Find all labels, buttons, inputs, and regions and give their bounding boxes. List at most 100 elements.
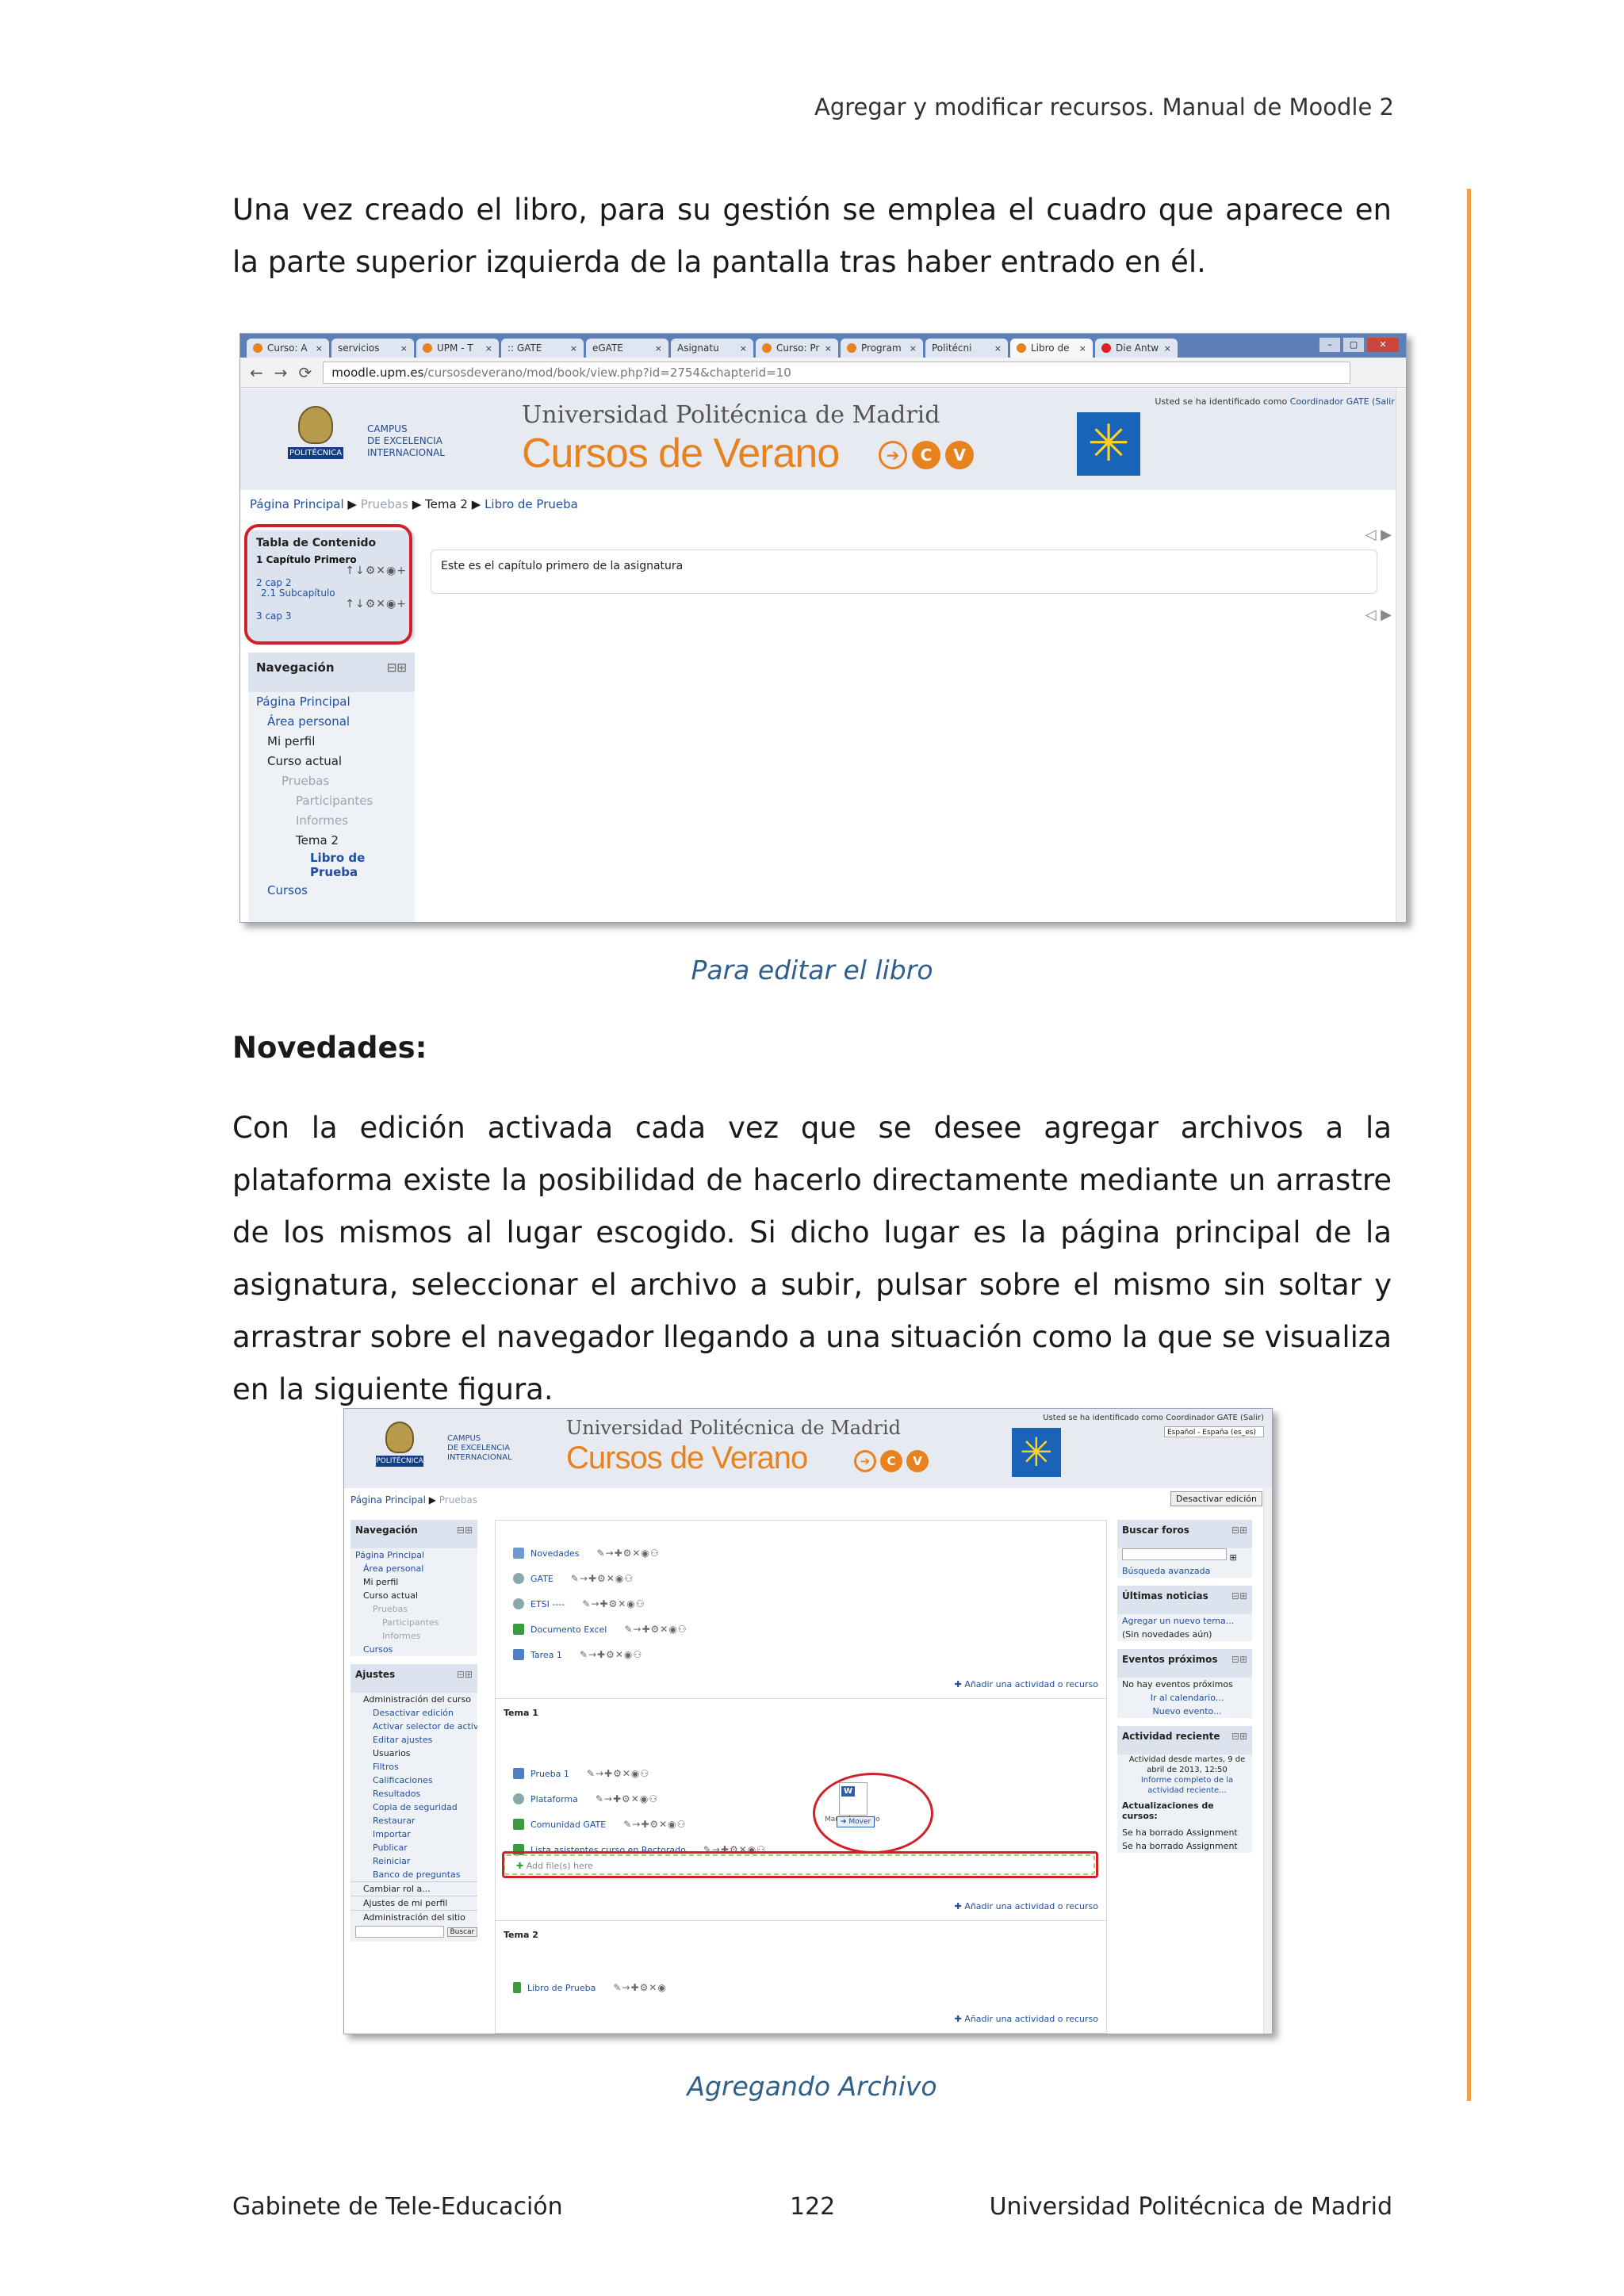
edit-tools-icon[interactable]: ✎→✚⚙✕◉⚇ — [582, 1598, 645, 1609]
settings-item[interactable]: Cambiar rol a... — [350, 1881, 477, 1896]
settings-item[interactable]: Resultados — [350, 1787, 477, 1800]
scrollbar[interactable] — [1263, 1488, 1272, 2034]
settings-item[interactable]: Restaurar — [350, 1814, 477, 1827]
activity-row[interactable]: Tarea 1 ✎→✚⚙✕◉⚇ — [513, 1649, 642, 1660]
full-report-link[interactable]: Informe completo de la actividad recient… — [1117, 1775, 1252, 1796]
back-arrow-icon[interactable]: ← — [250, 363, 263, 382]
settings-item[interactable]: Administración del curso — [350, 1693, 477, 1706]
close-icon[interactable]: × — [570, 343, 577, 354]
close-icon[interactable]: × — [910, 343, 917, 354]
chapter-nav-arrows-icon[interactable]: ◁ ▶ — [1365, 607, 1392, 623]
block-control-icon[interactable]: ⊟⊞ — [1231, 1731, 1247, 1742]
nav-item[interactable]: Mi perfil — [350, 1575, 477, 1589]
close-icon[interactable]: × — [1164, 343, 1171, 354]
nav-item[interactable]: Participantes — [350, 1616, 477, 1629]
deactivate-editing-button[interactable]: Desactivar edición — [1170, 1491, 1262, 1506]
reload-icon[interactable]: ⟳ — [299, 363, 312, 382]
edit-tools-icon[interactable]: ✎→✚⚙✕◉⚇ — [596, 1793, 658, 1804]
block-control-icon[interactable]: ⊟⊞ — [1231, 1590, 1247, 1601]
close-icon[interactable]: × — [1079, 343, 1086, 354]
browser-tab[interactable]: Asignatu × — [671, 339, 753, 358]
edit-tools-icon[interactable]: ✎→✚⚙✕◉⚇ — [623, 1819, 686, 1830]
settings-item[interactable]: Calificaciones — [350, 1774, 477, 1787]
close-icon[interactable]: × — [825, 343, 832, 354]
add-activity-link[interactable]: ✚ Añadir una actividad o recurso — [955, 2014, 1098, 2024]
edit-tools-icon[interactable]: ✎→✚⚙✕◉⚇ — [580, 1649, 642, 1660]
nav-item[interactable]: Curso actual — [350, 1589, 477, 1602]
nav-item[interactable]: Tema 2 — [248, 831, 415, 851]
search-button[interactable]: Buscar — [446, 1927, 477, 1937]
nav-item[interactable]: Cursos — [350, 1643, 477, 1656]
browser-tab[interactable]: UPM - T × — [416, 339, 499, 358]
settings-item[interactable]: Desactivar edición — [350, 1706, 477, 1720]
nav-item[interactable]: Mi perfil — [248, 732, 415, 752]
search-go-icon[interactable]: ⊞ — [1230, 1552, 1237, 1563]
window-close-icon[interactable]: ✕ — [1366, 337, 1400, 353]
advanced-search-link[interactable]: Búsqueda avanzada — [1117, 1564, 1252, 1578]
activity-row[interactable]: Novedades ✎→✚⚙✕◉⚇ — [513, 1548, 660, 1559]
edit-tools-icon[interactable]: ✎→✚⚙✕◉⚇ — [571, 1573, 634, 1584]
settings-item[interactable]: Filtros — [350, 1760, 477, 1774]
nav-item[interactable]: Informes — [248, 811, 415, 831]
activity-row[interactable]: Prueba 1 ✎→✚⚙✕◉⚇ — [513, 1768, 649, 1779]
close-icon[interactable]: × — [655, 343, 662, 354]
calendar-link[interactable]: Ir al calendario... — [1117, 1691, 1252, 1705]
close-icon[interactable]: × — [994, 343, 1002, 354]
minimize-icon[interactable]: – — [1319, 337, 1341, 353]
browser-tab[interactable]: Politécni × — [925, 339, 1008, 358]
nav-item[interactable]: Área personal — [248, 712, 415, 732]
activity-row[interactable]: Libro de Prueba ✎→✚⚙✕◉ — [513, 1982, 667, 1993]
nav-item[interactable]: Cursos — [248, 881, 415, 901]
block-control-icon[interactable]: ⊟⊞ — [457, 1669, 473, 1680]
settings-item[interactable]: Activar selector de actividades — [350, 1720, 477, 1733]
browser-tab-active[interactable]: Libro de × — [1010, 339, 1093, 358]
edit-tools-icon[interactable]: ✎→✚⚙✕◉⚇ — [596, 1548, 659, 1559]
block-control-icon[interactable]: ⊟⊞ — [1231, 1654, 1247, 1665]
edit-tools-icon[interactable]: ✎→✚⚙✕◉ — [613, 1982, 666, 1993]
settings-item[interactable]: Ajustes de mi perfil — [350, 1896, 477, 1910]
activity-row[interactable]: Documento Excel ✎→✚⚙✕◉⚇ — [513, 1624, 688, 1635]
activity-row[interactable]: Plataforma ✎→✚⚙✕◉⚇ — [513, 1793, 658, 1804]
address-bar-input[interactable]: moodle.upm.es/cursosdeverano/mod/book/vi… — [323, 361, 1350, 384]
close-icon[interactable]: × — [316, 343, 323, 354]
language-select[interactable]: Español - España (es_es) — [1164, 1426, 1264, 1437]
nav-item[interactable]: Curso actual — [248, 752, 415, 771]
add-activity-link[interactable]: ✚ Añadir una actividad o recurso — [955, 1679, 1098, 1689]
edit-tools-icon[interactable]: ✎→✚⚙✕◉⚇ — [624, 1624, 687, 1635]
settings-item[interactable]: Publicar — [350, 1841, 477, 1854]
browser-tab[interactable]: Curso: A × — [247, 339, 329, 358]
browser-tab[interactable]: eGATE × — [586, 339, 668, 358]
nav-item[interactable]: Pruebas — [350, 1602, 477, 1616]
maximize-icon[interactable]: ▢ — [1342, 337, 1365, 353]
add-activity-link[interactable]: ✚ Añadir una actividad o recurso — [955, 1901, 1098, 1911]
nav-item[interactable]: Informes — [350, 1629, 477, 1643]
nav-item[interactable]: Participantes — [248, 791, 415, 811]
settings-item[interactable]: Usuarios — [350, 1747, 477, 1760]
browser-tab[interactable]: Curso: Pr × — [756, 339, 838, 358]
nav-item[interactable]: Página Principal — [350, 1548, 477, 1562]
nav-item[interactable]: Pruebas — [248, 771, 415, 791]
settings-search-input[interactable] — [355, 1925, 444, 1938]
block-control-icon[interactable]: ⊟⊞ — [457, 1525, 473, 1536]
nav-item-current[interactable]: Libro de Prueba — [248, 851, 389, 881]
new-event-link[interactable]: Nuevo evento... — [1117, 1705, 1252, 1718]
settings-item[interactable]: Copia de seguridad — [350, 1800, 477, 1814]
scrollbar[interactable] — [1396, 388, 1406, 922]
nav-item[interactable]: Página Principal — [248, 692, 415, 712]
settings-item[interactable]: Administración del sitio — [350, 1910, 477, 1924]
settings-item[interactable]: Importar — [350, 1827, 477, 1841]
close-icon[interactable]: × — [400, 343, 408, 354]
activity-row[interactable]: GATE ✎→✚⚙✕◉⚇ — [513, 1573, 634, 1584]
browser-tab[interactable]: servicios × — [331, 339, 414, 358]
activity-row[interactable]: Comunidad GATE ✎→✚⚙✕◉⚇ — [513, 1819, 686, 1830]
settings-item[interactable]: Banco de preguntas — [350, 1868, 477, 1881]
close-icon[interactable]: × — [740, 343, 747, 354]
forum-search-input[interactable] — [1122, 1548, 1227, 1560]
block-control-icon[interactable]: ⊟⊞ — [1231, 1525, 1247, 1536]
browser-tab[interactable]: :: GATE × — [501, 339, 584, 358]
browser-tab[interactable]: Die Antw × — [1095, 339, 1178, 358]
browser-tab[interactable]: Program × — [841, 339, 923, 358]
add-news-link[interactable]: Agregar un nuevo tema... — [1117, 1614, 1252, 1628]
nav-item[interactable]: Área personal — [350, 1562, 477, 1575]
settings-item[interactable]: Reiniciar — [350, 1854, 477, 1868]
